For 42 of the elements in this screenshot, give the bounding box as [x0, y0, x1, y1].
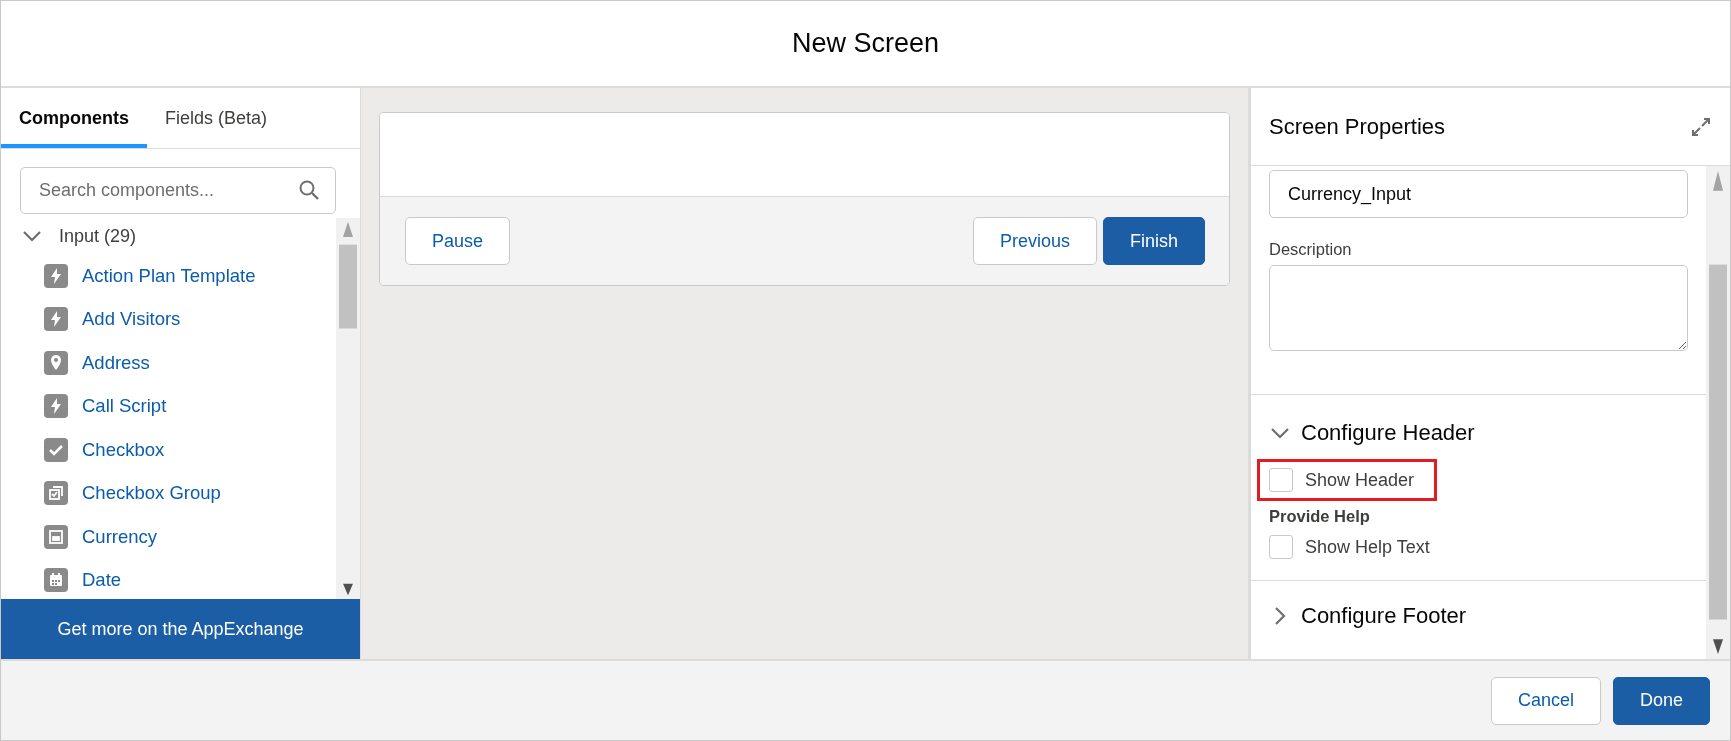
- component-item[interactable]: Address: [82, 351, 150, 374]
- search-field[interactable]: Search components...: [20, 167, 336, 214]
- expand-icon[interactable]: [1690, 115, 1712, 138]
- appexchange-button[interactable]: Get more on the AppExchange: [1, 599, 360, 659]
- window-title: New Screen: [791, 28, 940, 59]
- component-item[interactable]: Date: [82, 569, 122, 592]
- checkbox-group-icon: [44, 481, 68, 506]
- lightning-icon: [44, 394, 68, 419]
- checkbox-label: Show Header: [1305, 469, 1415, 491]
- panel-title: Screen Properties: [1269, 113, 1446, 140]
- lightning-icon: [44, 307, 68, 332]
- component-item[interactable]: Add Visitors: [82, 308, 181, 331]
- footer-button[interactable]: Done: [1612, 676, 1710, 725]
- location-pin-icon: [44, 350, 68, 375]
- checkbox[interactable]: [1269, 468, 1293, 492]
- square-icon: [44, 524, 68, 549]
- tab[interactable]: Components: [1, 88, 147, 148]
- navigation-button[interactable]: Previous: [972, 217, 1097, 265]
- component-item[interactable]: Action Plan Template: [82, 264, 256, 287]
- group-label[interactable]: Input (29): [59, 225, 137, 247]
- pause-button[interactable]: Pause: [405, 217, 511, 265]
- tab[interactable]: Fields (Beta): [147, 88, 286, 148]
- section-header[interactable]: Configure Footer: [1301, 603, 1467, 629]
- description-field[interactable]: [1269, 265, 1688, 351]
- navigation-button[interactable]: Finish: [1103, 217, 1205, 265]
- section-header[interactable]: Configure Header: [1301, 420, 1475, 446]
- component-item[interactable]: Checkbox: [82, 438, 165, 461]
- search-icon[interactable]: [298, 179, 320, 201]
- component-item[interactable]: Checkbox Group: [82, 482, 221, 505]
- component-item[interactable]: Call Script: [82, 395, 167, 418]
- component-item[interactable]: Currency: [82, 525, 158, 548]
- scrollbar[interactable]: [336, 218, 360, 599]
- subsection-label: Provide Help: [1269, 507, 1371, 526]
- footer-button[interactable]: Cancel: [1490, 676, 1601, 725]
- api-name-field[interactable]: Currency_Input: [1269, 170, 1688, 218]
- checkbox-label: Show Help Text: [1305, 536, 1430, 558]
- lightning-icon: [44, 263, 68, 288]
- field-label: Description: [1269, 240, 1353, 259]
- checkbox[interactable]: [1269, 535, 1293, 559]
- checkmark-icon: [44, 437, 68, 462]
- calendar-icon: [44, 568, 68, 593]
- scrollbar[interactable]: [1706, 166, 1730, 659]
